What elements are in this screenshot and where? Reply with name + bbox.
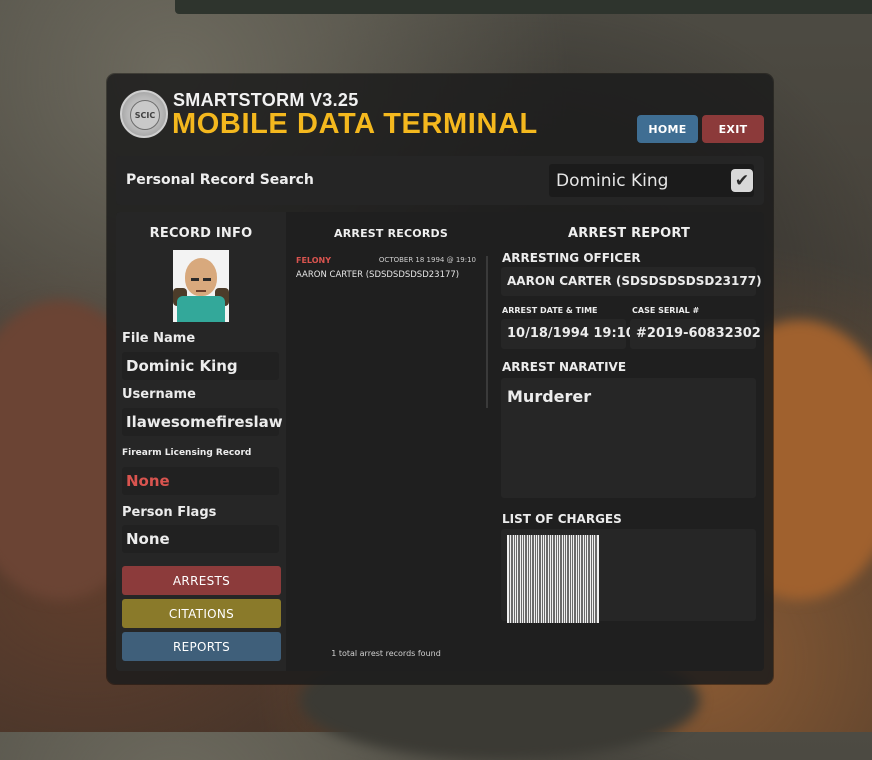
record-info-panel: RECORD INFO File Name Dominic King Usern… <box>116 212 286 671</box>
exit-button[interactable]: EXIT <box>702 115 764 143</box>
avatar-shirt <box>177 296 225 322</box>
arrest-report-panel: ARREST REPORT ARRESTING OFFICER AARON CA… <box>501 212 764 671</box>
case-serial-field: #2019-60832302 <box>630 319 761 349</box>
arrest-officer: AARON CARTER (SDSDSDSDSD23177) <box>296 270 460 280</box>
case-serial-label: CASE SERIAL # <box>632 306 700 315</box>
charges-barcode-icon <box>507 535 599 623</box>
arrest-date-label: ARREST DATE & TIME <box>502 306 598 315</box>
arresting-officer-label: ARRESTING OFFICER <box>502 251 641 265</box>
arrests-button[interactable]: ARRESTS <box>122 566 281 595</box>
mdt-panel: SCIC SMARTSTORM V3.25 MOBILE DATA TERMIN… <box>107 74 773 684</box>
badge-seal-icon: SCIC <box>120 90 168 138</box>
search-input[interactable]: Dominic King ✔ <box>549 164 754 197</box>
arrest-date-value: 10/18/1994 19:10 <box>507 326 635 341</box>
avatar-mouth <box>196 290 206 292</box>
firearm-label: Firearm Licensing Record <box>122 448 252 458</box>
username-field: Ilawesomefireslaw <box>122 408 283 436</box>
search-submit-checkbox[interactable]: ✔ <box>731 169 753 192</box>
file-name-value: Dominic King <box>126 357 238 375</box>
charges-list <box>501 529 756 623</box>
records-count: 1 total arrest records found <box>331 649 441 658</box>
avatar-eye <box>191 278 199 281</box>
search-label: Personal Record Search <box>126 172 314 188</box>
arrest-type: FELONY <box>296 256 332 265</box>
search-input-value[interactable]: Dominic King <box>556 171 668 191</box>
firearm-field: None <box>122 467 279 495</box>
file-name-field: Dominic King <box>122 352 279 380</box>
background-window-frame <box>175 0 872 14</box>
content-area: RECORD INFO File Name Dominic King Usern… <box>116 212 764 671</box>
list-divider <box>486 256 488 408</box>
person-flags-field: None <box>122 525 279 553</box>
person-flags-value: None <box>126 530 170 548</box>
record-info-title: RECORD INFO <box>149 226 253 241</box>
checkmark-icon: ✔ <box>734 170 750 191</box>
avatar <box>173 250 229 322</box>
search-bar: Personal Record Search Dominic King ✔ <box>116 156 764 205</box>
app-title: MOBILE DATA TERMINAL <box>172 108 538 140</box>
username-label: Username <box>122 387 196 402</box>
citations-button[interactable]: CITATIONS <box>122 599 281 628</box>
firearm-value: None <box>126 472 170 490</box>
avatar-eye <box>203 278 211 281</box>
arrest-date: OCTOBER 18 1994 @ 19:10 <box>378 256 476 264</box>
home-button[interactable]: HOME <box>637 115 698 143</box>
case-serial-value: #2019-60832302 <box>636 326 761 341</box>
arrest-date-field: 10/18/1994 19:10 <box>501 319 635 349</box>
arrest-narrative-label: ARREST NARATIVE <box>502 360 627 374</box>
arresting-officer-value: AARON CARTER (SDSDSDSDSD23177) <box>507 274 762 288</box>
arrest-narrative-field: Murderer <box>501 378 756 498</box>
arrest-records-title: ARREST RECORDS <box>334 227 448 240</box>
username-value: Ilawesomefireslaw <box>126 413 283 431</box>
reports-button[interactable]: REPORTS <box>122 632 281 661</box>
arrest-report-title: ARREST REPORT <box>567 226 691 241</box>
list-of-charges-label: LIST OF CHARGES <box>502 512 622 526</box>
arrest-records-panel: ARREST RECORDS FELONY OCTOBER 18 1994 @ … <box>286 212 488 671</box>
arrest-narrative-value: Murderer <box>507 387 592 406</box>
arresting-officer-field: AARON CARTER (SDSDSDSDSD23177) <box>501 267 762 296</box>
person-flags-label: Person Flags <box>122 505 217 520</box>
seal-text: SCIC <box>130 100 160 130</box>
file-name-label: File Name <box>122 331 196 346</box>
